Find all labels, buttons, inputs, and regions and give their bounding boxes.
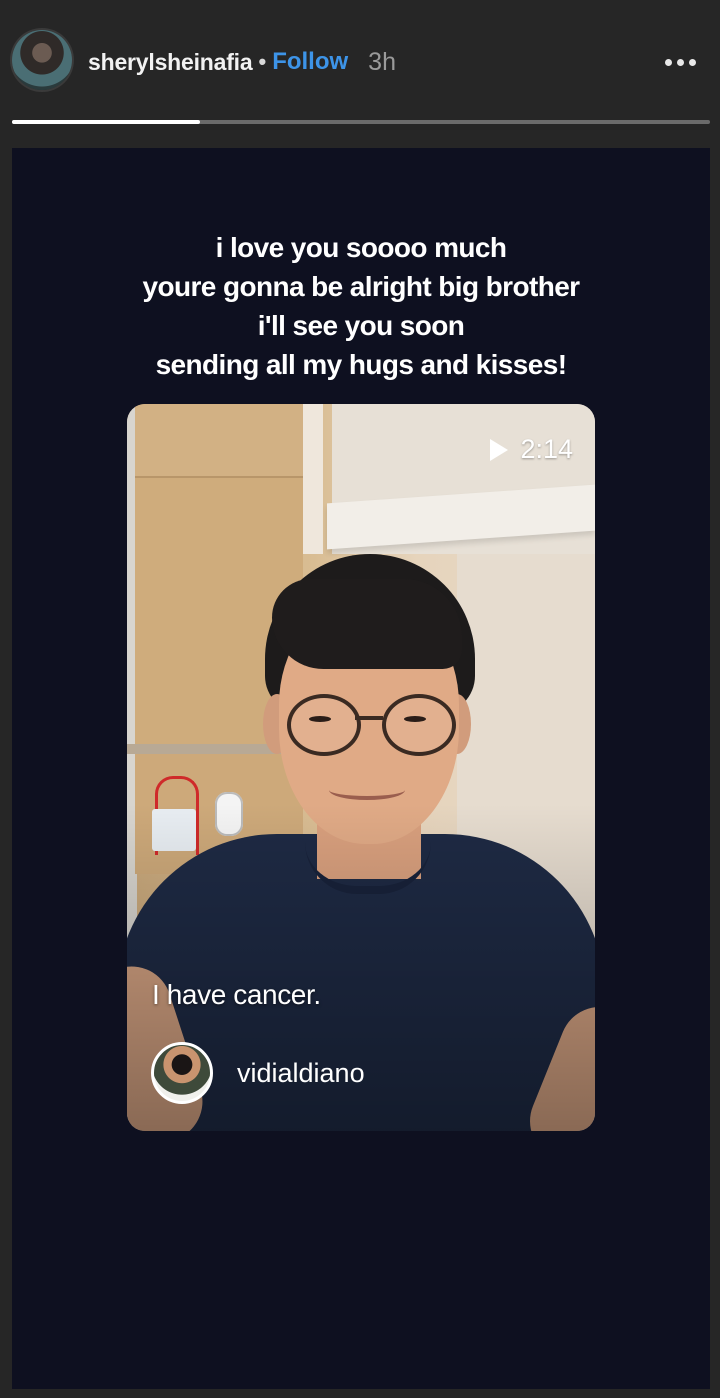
more-options-icon[interactable] (648, 44, 696, 80)
user-avatar[interactable] (12, 30, 72, 90)
username[interactable]: sherylsheinafia (88, 49, 253, 76)
play-icon (490, 438, 509, 461)
caption-line: i'll see you soon (257, 310, 465, 341)
duration-label: 2:14 (520, 434, 573, 464)
user-info-row: sherylsheinafia • Follow 3h (88, 44, 396, 80)
video-duration: 2:14 (490, 434, 573, 465)
post-time: 3h (368, 47, 396, 76)
story-progress-fill (12, 120, 201, 124)
video-author[interactable]: vidialdiano (151, 1042, 365, 1104)
story-progress-bar (12, 120, 710, 124)
caption-line: youre gonna be alright big brother (142, 271, 581, 302)
author-avatar[interactable] (151, 1042, 213, 1104)
caption-line: sending all my hugs and kisses! (155, 349, 567, 380)
follow-button[interactable]: Follow (272, 48, 348, 76)
author-name[interactable]: vidialdiano (237, 1058, 365, 1089)
story-caption: i love you soooo much youre gonna be alr… (12, 228, 710, 384)
story-content[interactable]: i love you soooo much youre gonna be alr… (12, 148, 710, 1389)
shared-video-card[interactable]: 2:14 I have cancer. vidialdiano (127, 404, 595, 1131)
caption-line: i love you soooo much (215, 232, 507, 263)
separator-dot: • (258, 49, 267, 74)
video-subtitle: I have cancer. (152, 979, 321, 1010)
story-header: sherylsheinafia • Follow 3h (0, 0, 720, 148)
